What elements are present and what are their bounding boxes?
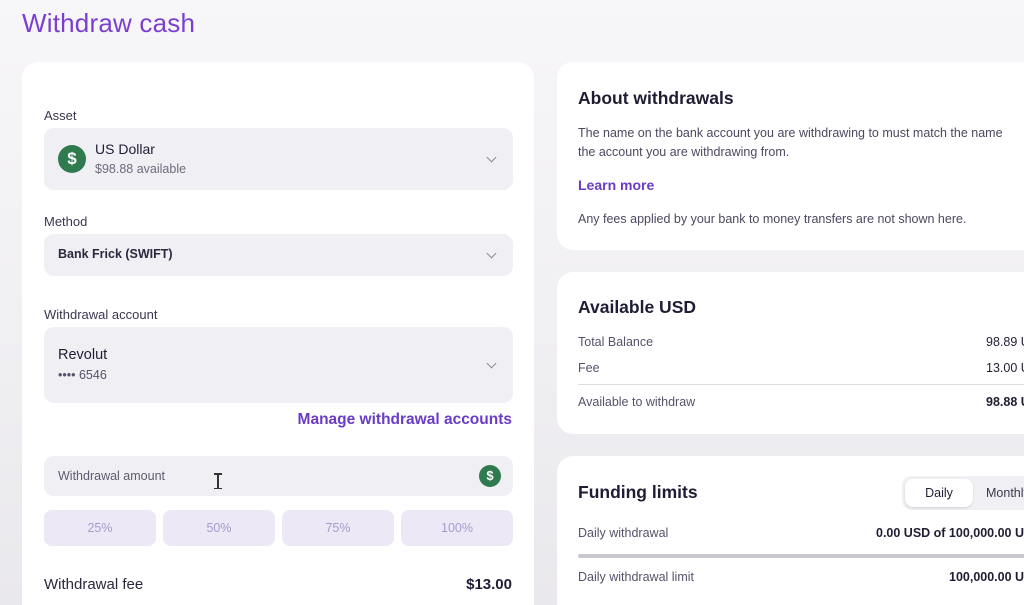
learn-more-link[interactable]: Learn more bbox=[578, 177, 654, 193]
withdrawal-fee-label: Withdrawal fee bbox=[44, 576, 144, 593]
available-to-withdraw-value: 98.88 U bbox=[986, 395, 1024, 409]
daily-withdrawal-progress bbox=[578, 554, 1024, 558]
text-cursor-icon bbox=[214, 473, 222, 489]
percent-100-button[interactable]: 100% bbox=[401, 510, 513, 546]
available-to-withdraw-label: Available to withdraw bbox=[578, 395, 696, 409]
about-withdrawals-card: About withdrawals The name on the bank a… bbox=[557, 62, 1024, 250]
chevron-down-icon bbox=[486, 152, 497, 163]
daily-withdrawal-label: Daily withdrawal bbox=[578, 526, 669, 540]
fees-note: Any fees applied by your bank to money t… bbox=[578, 212, 967, 226]
percent-50-button[interactable]: 50% bbox=[163, 510, 275, 546]
chevron-down-icon bbox=[486, 358, 497, 369]
divider bbox=[578, 384, 1024, 385]
withdrawal-account-label: Withdrawal account bbox=[44, 307, 158, 322]
percent-75-button[interactable]: 75% bbox=[282, 510, 394, 546]
available-usd-card: Available USD Total Balance 98.89 U Fee … bbox=[557, 272, 1024, 434]
page-title: Withdraw cash bbox=[22, 8, 196, 38]
fee-label: Fee bbox=[578, 361, 600, 375]
period-toggle: Daily Monthly bbox=[902, 476, 1024, 510]
withdrawal-amount-input[interactable]: Withdrawal amount $ bbox=[44, 456, 513, 496]
fee-value: 13.00 U bbox=[986, 361, 1024, 375]
method-label: Method bbox=[44, 214, 88, 229]
asset-name: US Dollar bbox=[95, 141, 155, 157]
withdraw-form-card: Asset $ US Dollar $98.88 available Metho… bbox=[22, 62, 534, 605]
funding-limits-card: Funding limits Daily Monthly Daily withd… bbox=[557, 456, 1024, 605]
chevron-down-icon bbox=[486, 248, 497, 259]
method-value: Bank Frick (SWIFT) bbox=[58, 247, 173, 261]
asset-label: Asset bbox=[44, 108, 77, 123]
daily-limit-value: 100,000.00 U bbox=[949, 570, 1024, 584]
asset-select[interactable]: $ US Dollar $98.88 available bbox=[44, 128, 513, 190]
account-number: •••• 6546 bbox=[58, 368, 107, 382]
toggle-daily[interactable]: Daily bbox=[905, 479, 973, 507]
manage-withdrawal-accounts-link[interactable]: Manage withdrawal accounts bbox=[298, 411, 512, 429]
asset-available: $98.88 available bbox=[95, 162, 187, 176]
dollar-icon: $ bbox=[479, 465, 501, 487]
dollar-icon: $ bbox=[58, 145, 86, 173]
total-balance-value: 98.89 U bbox=[986, 335, 1024, 349]
available-title: Available USD bbox=[578, 297, 697, 317]
withdrawal-amount-placeholder: Withdrawal amount bbox=[58, 469, 165, 483]
about-title: About withdrawals bbox=[578, 88, 734, 108]
method-select[interactable]: Bank Frick (SWIFT) bbox=[44, 234, 513, 276]
about-text-line1: The name on the bank account you are wit… bbox=[578, 126, 1003, 140]
about-text-line2: the account you are withdrawing from. bbox=[578, 145, 790, 159]
daily-limit-label: Daily withdrawal limit bbox=[578, 570, 694, 584]
withdrawal-account-select[interactable]: Revolut •••• 6546 bbox=[44, 327, 513, 403]
account-name: Revolut bbox=[58, 347, 108, 363]
daily-withdrawal-value: 0.00 USD of 100,000.00 U bbox=[876, 526, 1024, 540]
withdrawal-fee-value: $13.00 bbox=[466, 576, 512, 593]
toggle-monthly[interactable]: Monthly bbox=[986, 479, 1024, 507]
total-balance-label: Total Balance bbox=[578, 335, 654, 349]
funding-limits-title: Funding limits bbox=[578, 482, 698, 502]
percent-25-button[interactable]: 25% bbox=[44, 510, 156, 546]
